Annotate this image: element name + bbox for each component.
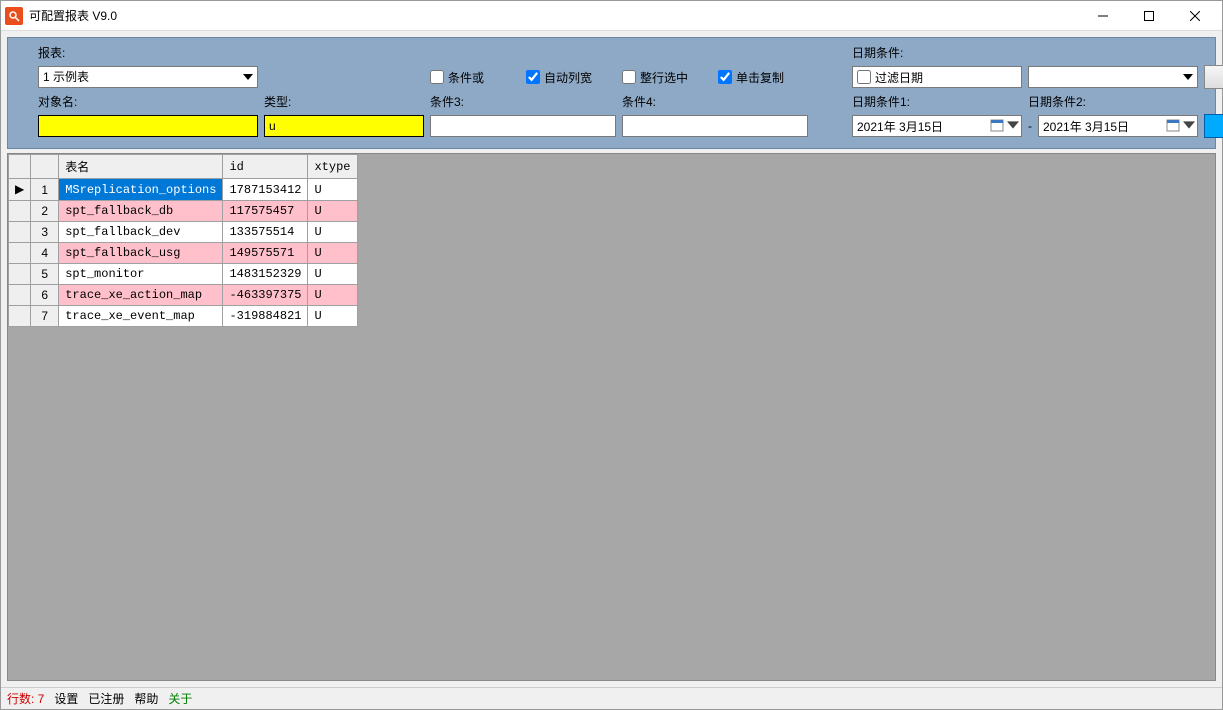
calendar-icon: [990, 118, 1004, 132]
table-row[interactable]: 4spt_fallback_usg149575571U: [9, 243, 358, 264]
cell-xtype[interactable]: U: [308, 201, 357, 222]
col-header[interactable]: xtype: [308, 155, 357, 179]
cell-name[interactable]: spt_fallback_db: [59, 201, 223, 222]
obj-name-input[interactable]: [38, 115, 258, 137]
statusbar: 行数: 7 设置 已注册 帮助 关于: [1, 687, 1222, 709]
cell-name[interactable]: MSreplication_options: [59, 179, 223, 201]
date-separator: -: [1028, 119, 1032, 133]
cell-id[interactable]: 133575514: [223, 222, 308, 243]
row-number: 1: [31, 179, 59, 201]
calendar-icon: [1166, 118, 1180, 132]
col-header[interactable]: id: [223, 155, 308, 179]
single-copy-checkbox[interactable]: 单击复制: [718, 69, 808, 86]
close-button[interactable]: [1172, 2, 1218, 30]
date1-label: 日期条件1:: [852, 93, 1022, 110]
row-number: 5: [31, 264, 59, 285]
cell-xtype[interactable]: U: [308, 306, 357, 327]
cell-xtype[interactable]: U: [308, 243, 357, 264]
chevron-down-icon[interactable]: [1007, 119, 1019, 131]
cell-name[interactable]: spt_monitor: [59, 264, 223, 285]
filter-date-checkbox[interactable]: 过滤日期: [852, 66, 1022, 88]
table-row[interactable]: 2spt_fallback_db117575457U: [9, 201, 358, 222]
table-row[interactable]: 6trace_xe_action_map-463397375U: [9, 285, 358, 306]
row-marker: [9, 243, 31, 264]
cond3-input[interactable]: [430, 115, 616, 137]
cell-id[interactable]: 1483152329: [223, 264, 308, 285]
cell-id[interactable]: 117575457: [223, 201, 308, 222]
table-row[interactable]: ▶1MSreplication_options1787153412U: [9, 179, 358, 201]
cell-xtype[interactable]: U: [308, 285, 357, 306]
cell-id[interactable]: -463397375: [223, 285, 308, 306]
cell-xtype[interactable]: U: [308, 264, 357, 285]
filter-panel: 报表: 日期条件: 1 示例表 条件或 自动列宽 整行选中 单击复制 过滤日期 …: [7, 37, 1216, 149]
row-number: 2: [31, 201, 59, 222]
about-link[interactable]: 关于: [168, 690, 192, 707]
table-row[interactable]: 3spt_fallback_dev133575514U: [9, 222, 358, 243]
cell-name[interactable]: spt_fallback_usg: [59, 243, 223, 264]
cond4-input[interactable]: [622, 115, 808, 137]
export-excel-button[interactable]: 导出Excel: [1204, 65, 1223, 89]
auto-colwidth-checkbox[interactable]: 自动列宽: [526, 69, 616, 86]
col-header[interactable]: 表名: [59, 155, 223, 179]
date2-label: 日期条件2:: [1028, 93, 1198, 110]
whole-row-checkbox[interactable]: 整行选中: [622, 69, 712, 86]
cell-id[interactable]: 1787153412: [223, 179, 308, 201]
maximize-button[interactable]: [1126, 2, 1172, 30]
app-icon: [5, 7, 23, 25]
type-input[interactable]: [264, 115, 424, 137]
obj-name-label: 对象名:: [38, 93, 258, 110]
query-button[interactable]: 查询: [1204, 114, 1223, 138]
cell-xtype[interactable]: U: [308, 222, 357, 243]
row-number: 4: [31, 243, 59, 264]
row-marker: [9, 285, 31, 306]
cell-name[interactable]: spt_fallback_dev: [59, 222, 223, 243]
report-select[interactable]: 1 示例表: [38, 66, 258, 88]
row-number: 6: [31, 285, 59, 306]
titlebar: 可配置报表 V9.0: [1, 1, 1222, 31]
help-link[interactable]: 帮助: [134, 690, 158, 707]
minimize-button[interactable]: [1080, 2, 1126, 30]
settings-link[interactable]: 设置: [54, 690, 78, 707]
filter-date-dropdown[interactable]: [1028, 66, 1198, 88]
row-marker: [9, 222, 31, 243]
chevron-down-icon[interactable]: [1183, 119, 1195, 131]
row-marker: [9, 264, 31, 285]
table-row[interactable]: 5spt_monitor1483152329U: [9, 264, 358, 285]
report-label: 报表:: [38, 44, 258, 61]
row-count: 行数: 7: [7, 690, 44, 707]
date-cond-label: 日期条件:: [852, 44, 1022, 61]
row-marker: ▶: [9, 179, 31, 201]
registered-label: 已注册: [88, 690, 124, 707]
type-label: 类型:: [264, 93, 424, 110]
app-window: 可配置报表 V9.0 报表: 日期条件: 1 示例表 条件或 自动列宽 整行选中…: [0, 0, 1223, 710]
row-number: 7: [31, 306, 59, 327]
cell-xtype[interactable]: U: [308, 179, 357, 201]
row-number: 3: [31, 222, 59, 243]
cond-or-checkbox[interactable]: 条件或: [430, 69, 520, 86]
cell-id[interactable]: -319884821: [223, 306, 308, 327]
cell-id[interactable]: 149575571: [223, 243, 308, 264]
row-marker: [9, 306, 31, 327]
cond3-label: 条件3:: [430, 93, 616, 110]
row-marker: [9, 201, 31, 222]
cell-name[interactable]: trace_xe_action_map: [59, 285, 223, 306]
table-row[interactable]: 7trace_xe_event_map-319884821U: [9, 306, 358, 327]
cell-name[interactable]: trace_xe_event_map: [59, 306, 223, 327]
cond4-label: 条件4:: [622, 93, 808, 110]
window-title: 可配置报表 V9.0: [29, 7, 117, 24]
data-grid[interactable]: 表名idxtype ▶1MSreplication_options1787153…: [7, 153, 1216, 681]
